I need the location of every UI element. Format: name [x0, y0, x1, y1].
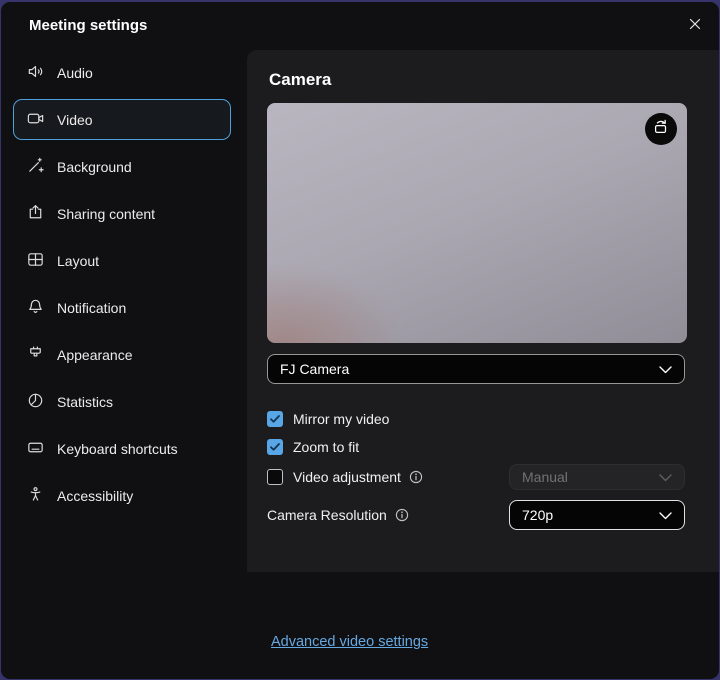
sidebar-item-keyboard-shortcuts[interactable]: Keyboard shortcuts: [13, 428, 231, 469]
sidebar-item-label: Appearance: [57, 347, 133, 363]
zoom-to-fit-checkbox[interactable]: [267, 439, 283, 455]
video-adjustment-mode-value: Manual: [522, 469, 568, 485]
video-settings-panel: Camera FJ Camera: [247, 50, 719, 572]
chevron-down-icon: [659, 469, 672, 485]
pie-chart-icon: [26, 391, 45, 413]
speaker-icon: [26, 62, 45, 84]
sidebar-item-label: Notification: [57, 300, 126, 316]
sidebar-item-label: Statistics: [57, 394, 113, 410]
chevron-down-icon: [659, 507, 672, 523]
info-icon[interactable]: [409, 470, 423, 484]
keyboard-icon: [26, 438, 45, 460]
mirror-video-checkbox[interactable]: [267, 411, 283, 427]
sidebar-item-accessibility[interactable]: Accessibility: [13, 475, 231, 516]
sidebar-item-sharing-content[interactable]: Sharing content: [13, 193, 231, 234]
mirror-video-label: Mirror my video: [293, 411, 389, 427]
sidebar-item-label: Video: [57, 112, 93, 128]
sidebar-item-audio[interactable]: Audio: [13, 52, 231, 93]
video-adjustment-label: Video adjustment: [293, 469, 401, 485]
video-adjustment-mode-select[interactable]: Manual: [509, 464, 685, 490]
sidebar-item-label: Keyboard shortcuts: [57, 441, 178, 457]
rotate-camera-icon: [652, 118, 670, 141]
chevron-down-icon: [659, 361, 672, 377]
info-icon[interactable]: [395, 508, 409, 522]
camera-resolution-label: Camera Resolution: [267, 507, 387, 523]
panel-heading: Camera: [269, 70, 719, 90]
sidebar-item-label: Layout: [57, 253, 99, 269]
share-icon: [26, 203, 45, 225]
dialog-title: Meeting settings: [29, 17, 147, 34]
accessibility-icon: [26, 485, 45, 507]
camera-device-value: FJ Camera: [280, 361, 349, 377]
paintbrush-icon: [26, 344, 45, 366]
camera-resolution-row: Camera Resolution 720p: [267, 499, 685, 531]
sidebar-item-label: Background: [57, 159, 132, 175]
settings-sidebar: Audio Video Background Sharing content L: [13, 52, 231, 516]
camera-resolution-select[interactable]: 720p: [509, 500, 685, 530]
zoom-to-fit-label: Zoom to fit: [293, 439, 359, 455]
sidebar-item-video[interactable]: Video: [13, 99, 231, 140]
close-button[interactable]: [684, 15, 706, 37]
sidebar-item-label: Sharing content: [57, 206, 155, 222]
sidebar-item-label: Audio: [57, 65, 93, 81]
video-camera-icon: [26, 109, 45, 131]
meeting-settings-dialog: Meeting settings Audio Video Background: [1, 2, 719, 679]
layout-grid-icon: [26, 250, 45, 272]
sidebar-item-appearance[interactable]: Appearance: [13, 334, 231, 375]
video-options: Mirror my video Zoom to fit Video adjust…: [267, 405, 685, 531]
rotate-camera-button[interactable]: [645, 113, 677, 145]
sidebar-item-background[interactable]: Background: [13, 146, 231, 187]
sidebar-item-layout[interactable]: Layout: [13, 240, 231, 281]
sidebar-item-notification[interactable]: Notification: [13, 287, 231, 328]
mirror-video-row: Mirror my video: [267, 405, 685, 433]
zoom-to-fit-row: Zoom to fit: [267, 433, 685, 461]
camera-preview: [267, 103, 687, 343]
camera-device-select[interactable]: FJ Camera: [267, 354, 685, 384]
video-adjustment-row: Video adjustment Manual: [267, 461, 685, 493]
advanced-video-settings-link[interactable]: Advanced video settings: [271, 634, 428, 650]
bell-icon: [26, 297, 45, 319]
close-icon: [687, 16, 703, 37]
sidebar-item-label: Accessibility: [57, 488, 133, 504]
camera-resolution-value: 720p: [522, 507, 553, 523]
magic-wand-icon: [26, 156, 45, 178]
video-adjustment-checkbox[interactable]: [267, 469, 283, 485]
sidebar-item-statistics[interactable]: Statistics: [13, 381, 231, 422]
